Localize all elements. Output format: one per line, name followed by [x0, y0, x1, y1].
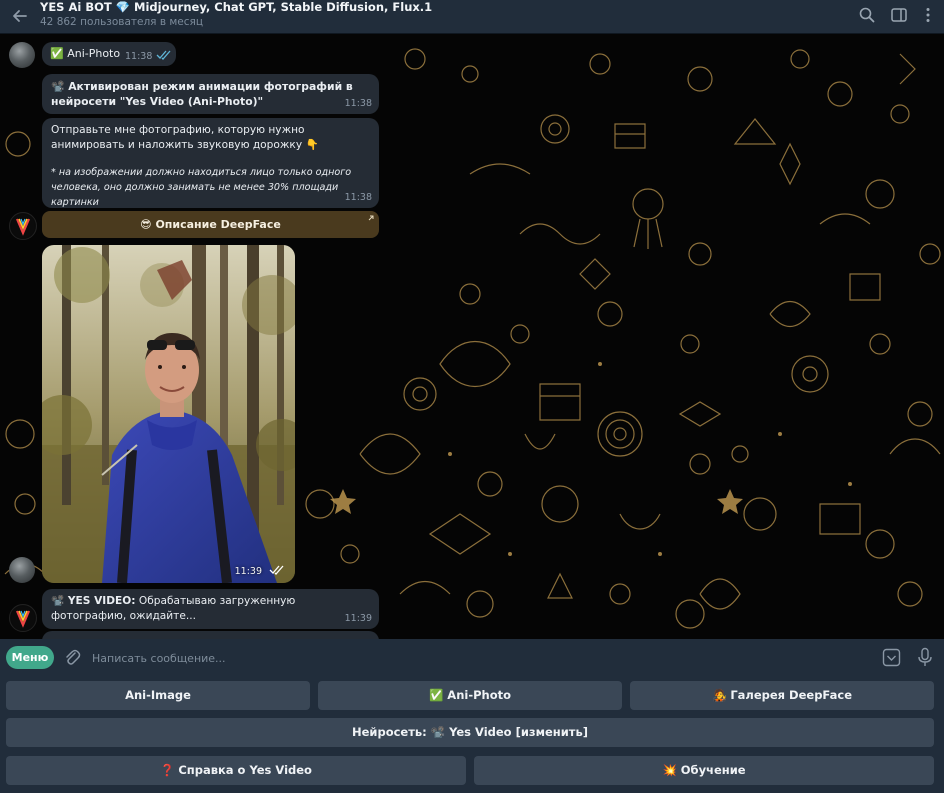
user-avatar[interactable] — [9, 42, 35, 68]
message-text: Отправьте мне фотографию, которую нужно … — [51, 124, 319, 151]
keyboard-button-change-network[interactable]: Нейросеть: 📽️ Yes Video [изменить] — [6, 718, 934, 747]
message-composer: Меню — [0, 639, 944, 676]
paperclip-icon[interactable] — [63, 648, 81, 668]
external-arrow-icon — [368, 215, 374, 221]
sidebar-toggle-icon[interactable] — [890, 6, 908, 24]
message-text-wrapper: 📽️ YES VIDEO: Обрабатываю загруженную фо… — [51, 594, 371, 624]
back-arrow-icon[interactable] — [9, 5, 31, 27]
message-time: 11:38 — [344, 97, 372, 109]
message-note: * на изображении должно находиться лицо … — [51, 167, 352, 208]
message-time: 11:38 — [125, 51, 153, 62]
menu-button[interactable]: Меню — [6, 646, 54, 669]
double-check-icon — [156, 50, 171, 60]
message-input[interactable] — [90, 647, 854, 669]
keyboard-button-deepface-gallery[interactable]: 🧑‍🎤 Галерея DeepFace — [630, 681, 934, 710]
search-icon[interactable] — [858, 6, 876, 24]
chat-area[interactable]: ✅ Ani-Photo 11:38 📽️ Активирован режим а… — [0, 34, 944, 639]
photo-time: 11:39 — [234, 566, 262, 577]
chat-title[interactable]: YES Ai BOT 💎 Midjourney, Chat GPT, Stabl… — [40, 0, 432, 14]
message-text: 📽️ Активирован режим анимации фотографий… — [51, 80, 353, 108]
deepface-description-button[interactable]: 😎 Описание DeepFace — [42, 211, 379, 238]
message-time: 11:38 — [344, 191, 372, 203]
bot-avatar[interactable] — [9, 212, 37, 240]
bot-reply-keyboard: Ani-Image ✅ Ani-Photo 🧑‍🎤 Галерея DeepFa… — [0, 676, 944, 793]
message-bubble[interactable]: 📽️ Активирован режим анимации фотографий… — [42, 74, 379, 114]
bot-avatar[interactable] — [9, 604, 37, 632]
message-text: ✅ Ani-Photo — [50, 47, 121, 60]
chat-subtitle: 42 862 пользователя в месяц — [40, 16, 203, 28]
message-bubble[interactable]: ✅ Ani-Photo 11:38 — [42, 42, 176, 66]
microphone-icon[interactable] — [917, 647, 933, 668]
chat-header: YES Ai BOT 💎 Midjourney, Chat GPT, Stabl… — [0, 0, 944, 34]
double-check-icon — [269, 565, 284, 575]
keyboard-button-training[interactable]: 💥 Обучение — [474, 756, 934, 785]
bot-keyboard-icon[interactable] — [882, 648, 901, 667]
message-bubble[interactable]: Отправьте мне фотографию, которую нужно … — [42, 118, 379, 208]
more-vertical-icon[interactable] — [919, 6, 937, 24]
user-avatar[interactable] — [9, 557, 35, 583]
sent-photo — [42, 245, 295, 583]
inline-button-label: 😎 Описание DeepFace — [140, 218, 281, 231]
keyboard-button-ani-image[interactable]: Ani-Image — [6, 681, 310, 710]
keyboard-button-help[interactable]: ❓ Справка о Yes Video — [6, 756, 466, 785]
keyboard-button-ani-photo[interactable]: ✅ Ani-Photo — [318, 681, 622, 710]
photo-message[interactable]: 11:39 — [42, 245, 295, 583]
message-bubble-partial[interactable] — [42, 631, 379, 639]
message-time: 11:39 — [344, 612, 372, 624]
message-bubble[interactable]: 📽️ YES VIDEO: Обрабатываю загруженную фо… — [42, 589, 379, 629]
message-prefix: 📽️ YES VIDEO: — [51, 595, 136, 607]
